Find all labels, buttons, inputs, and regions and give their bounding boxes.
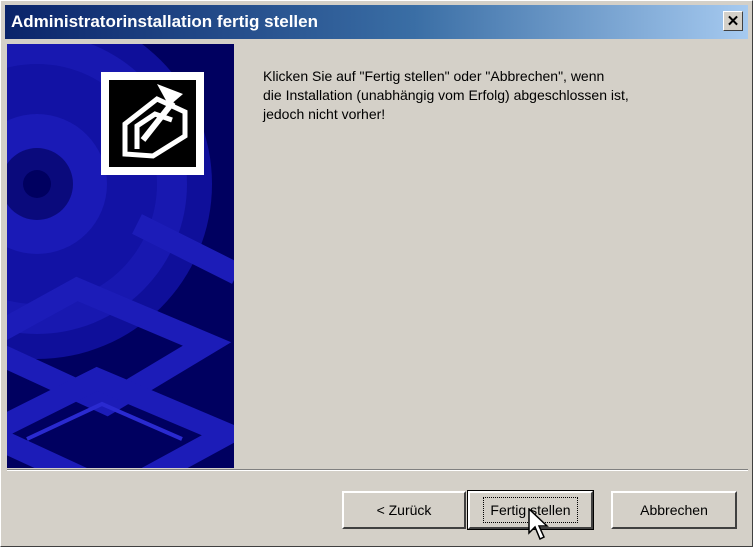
back-button[interactable]: < Zurück: [342, 491, 466, 529]
divider: [7, 469, 748, 471]
title-bar[interactable]: Administratorinstallation fertig stellen…: [5, 5, 748, 39]
back-button-label: < Zurück: [376, 502, 432, 518]
instruction-text: Klicken Sie auf "Fertig stellen" oder "A…: [263, 67, 733, 124]
message-line: jedoch nicht vorher!: [263, 106, 386, 122]
side-banner: [7, 44, 234, 468]
window-title: Administratorinstallation fertig stellen: [11, 12, 318, 31]
installer-dialog: Administratorinstallation fertig stellen…: [0, 0, 753, 547]
mouse-pointer-icon: [528, 508, 549, 541]
setup-arrow-icon: [101, 72, 204, 175]
message-line: die Installation (unabhängig vom Erfolg)…: [263, 87, 629, 103]
close-button[interactable]: ✕: [723, 11, 743, 31]
close-icon: ✕: [726, 12, 740, 30]
installer-cd-graphic: [7, 44, 234, 468]
cancel-button-label: Abbrechen: [640, 502, 708, 518]
message-line: Klicken Sie auf "Fertig stellen" oder "A…: [263, 68, 605, 84]
cancel-button[interactable]: Abbrechen: [611, 491, 737, 529]
